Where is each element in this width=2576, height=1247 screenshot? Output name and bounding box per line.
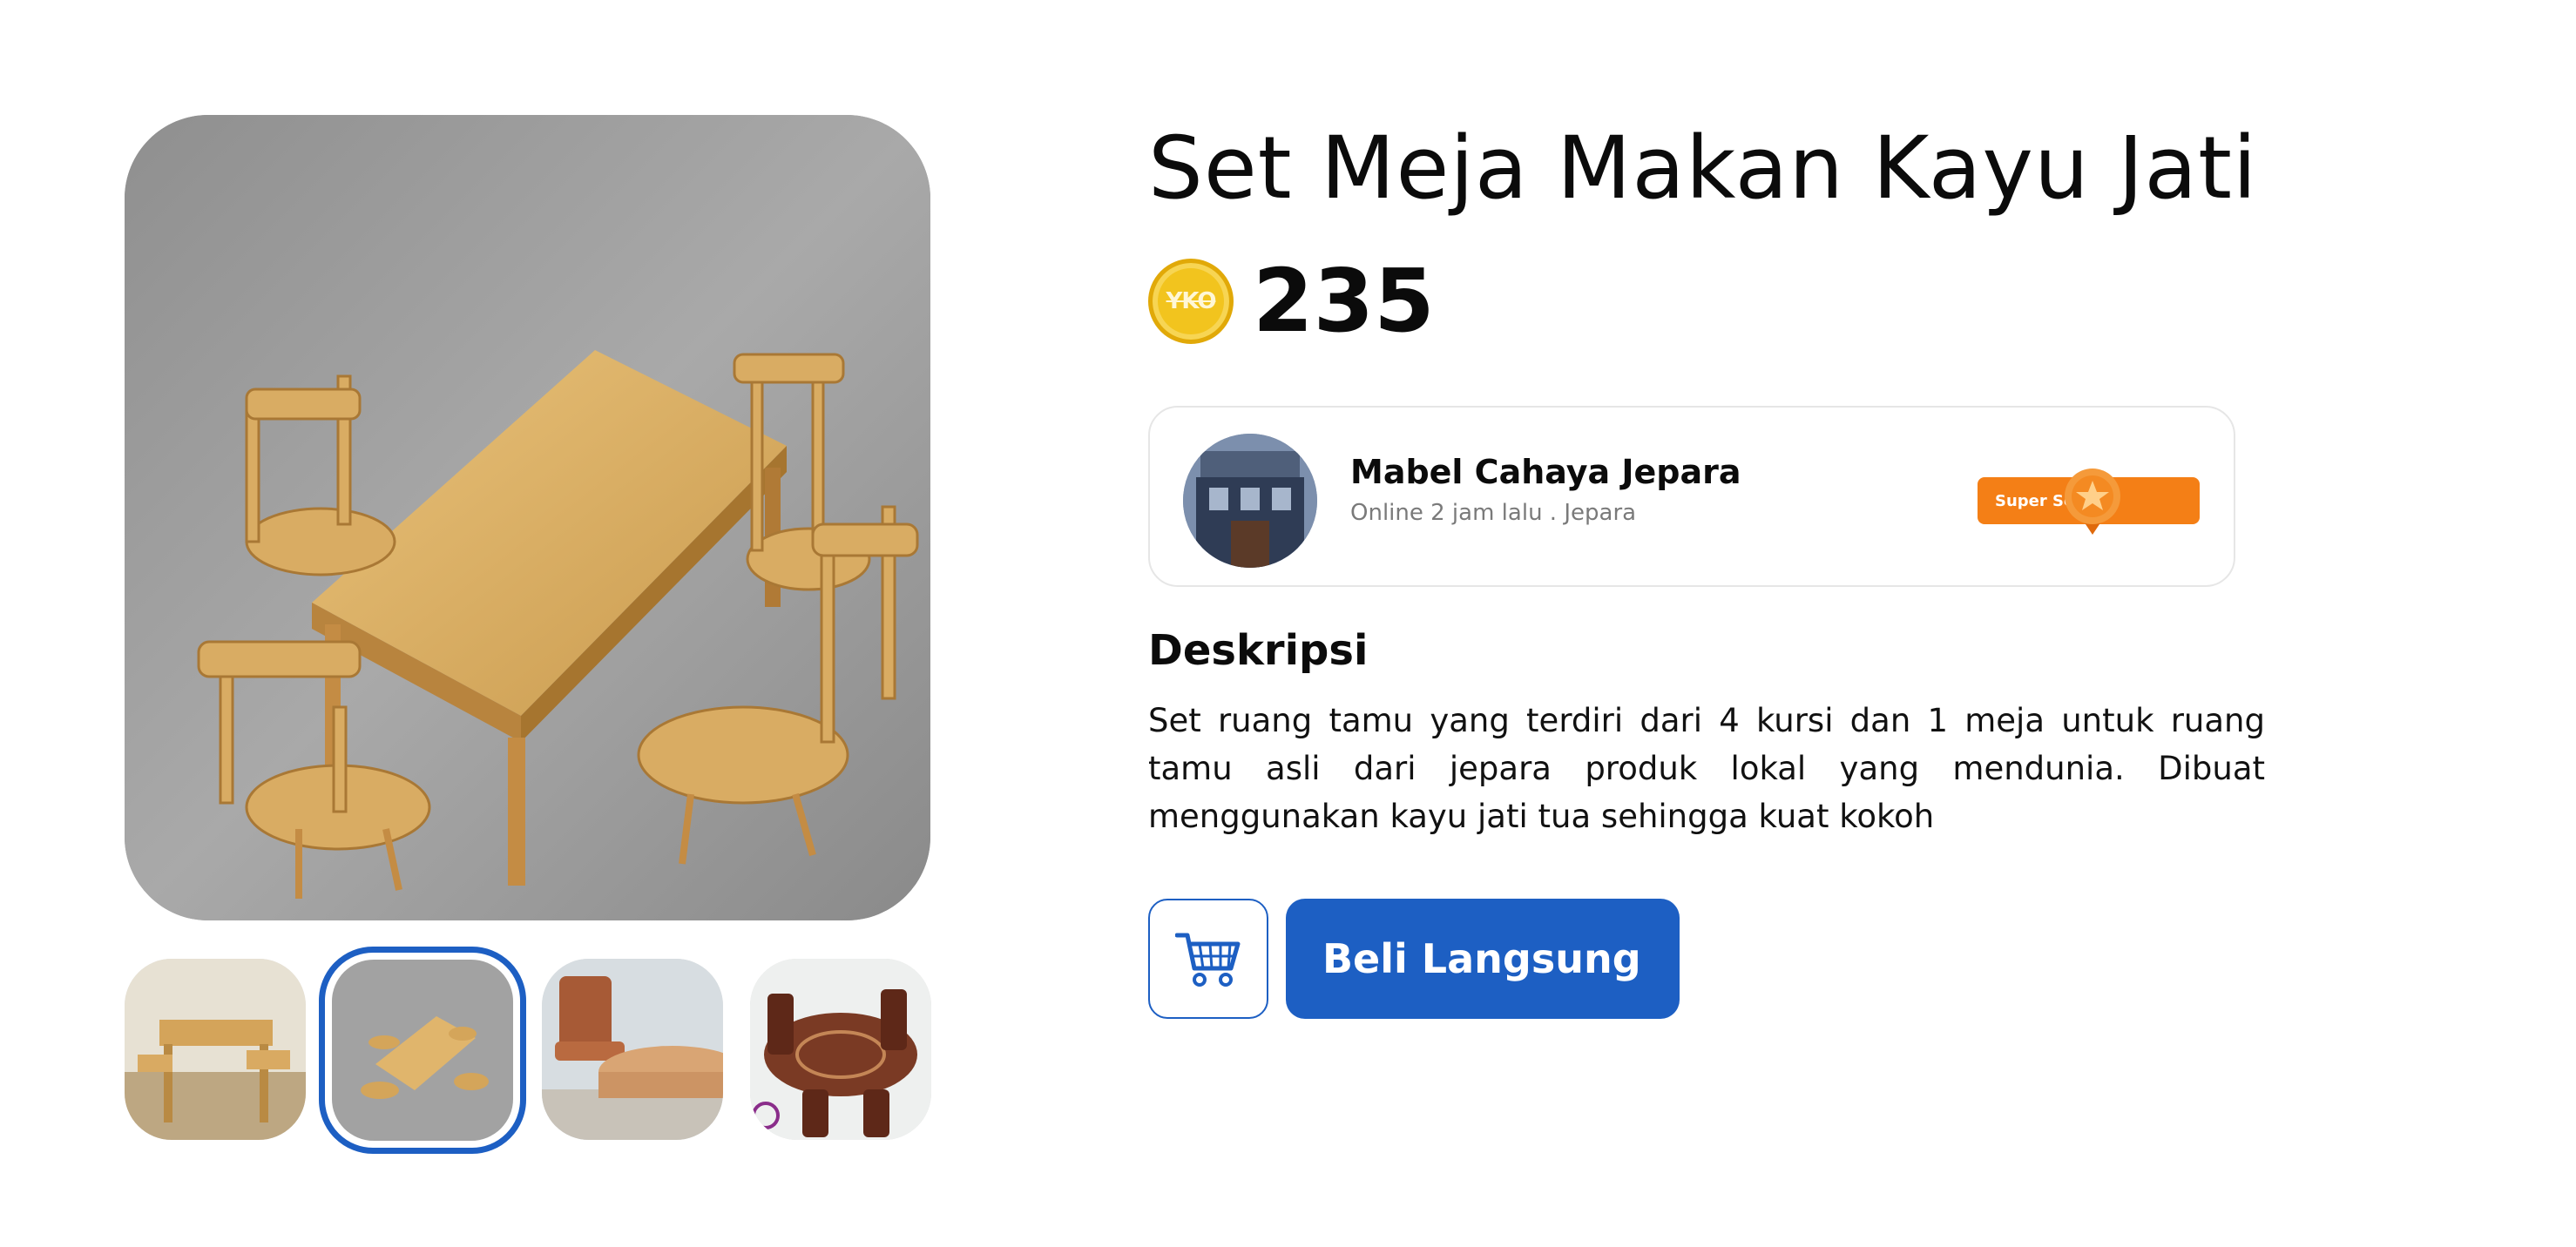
star-medal-icon (2065, 468, 2120, 535)
thumbnail-2-selected[interactable] (319, 947, 526, 1154)
seller-avatar (1183, 434, 1317, 568)
coin-icon-text: YKO (1166, 288, 1217, 314)
cart-icon (1175, 933, 1241, 987)
main-product-image (125, 115, 930, 920)
add-to-cart-button[interactable] (1148, 899, 1268, 1019)
seller-card[interactable]: Mabel Cahaya Jepara Online 2 jam lalu . … (1148, 406, 2235, 587)
description-text: Set ruang tamu yang terdiri dari 4 kursi… (1148, 702, 2265, 835)
thumbnail-1[interactable] (125, 959, 306, 1140)
seller-name: Mabel Cahaya Jepara (1350, 453, 1741, 491)
thumbnail-3[interactable] (542, 959, 723, 1140)
description-heading: Deskripsi (1148, 626, 1369, 675)
price-row: YKO 235 (1148, 258, 1435, 345)
buy-now-button[interactable]: Beli Langsung (1286, 899, 1680, 1019)
seller-status: Online 2 jam lalu . Jepara (1350, 500, 1637, 526)
product-title: Set Meja Makan Kayu Jati (1148, 118, 2258, 219)
thumbnail-4[interactable] (750, 959, 931, 1140)
product-price: 235 (1253, 250, 1435, 352)
coin-icon: YKO (1148, 259, 1234, 344)
